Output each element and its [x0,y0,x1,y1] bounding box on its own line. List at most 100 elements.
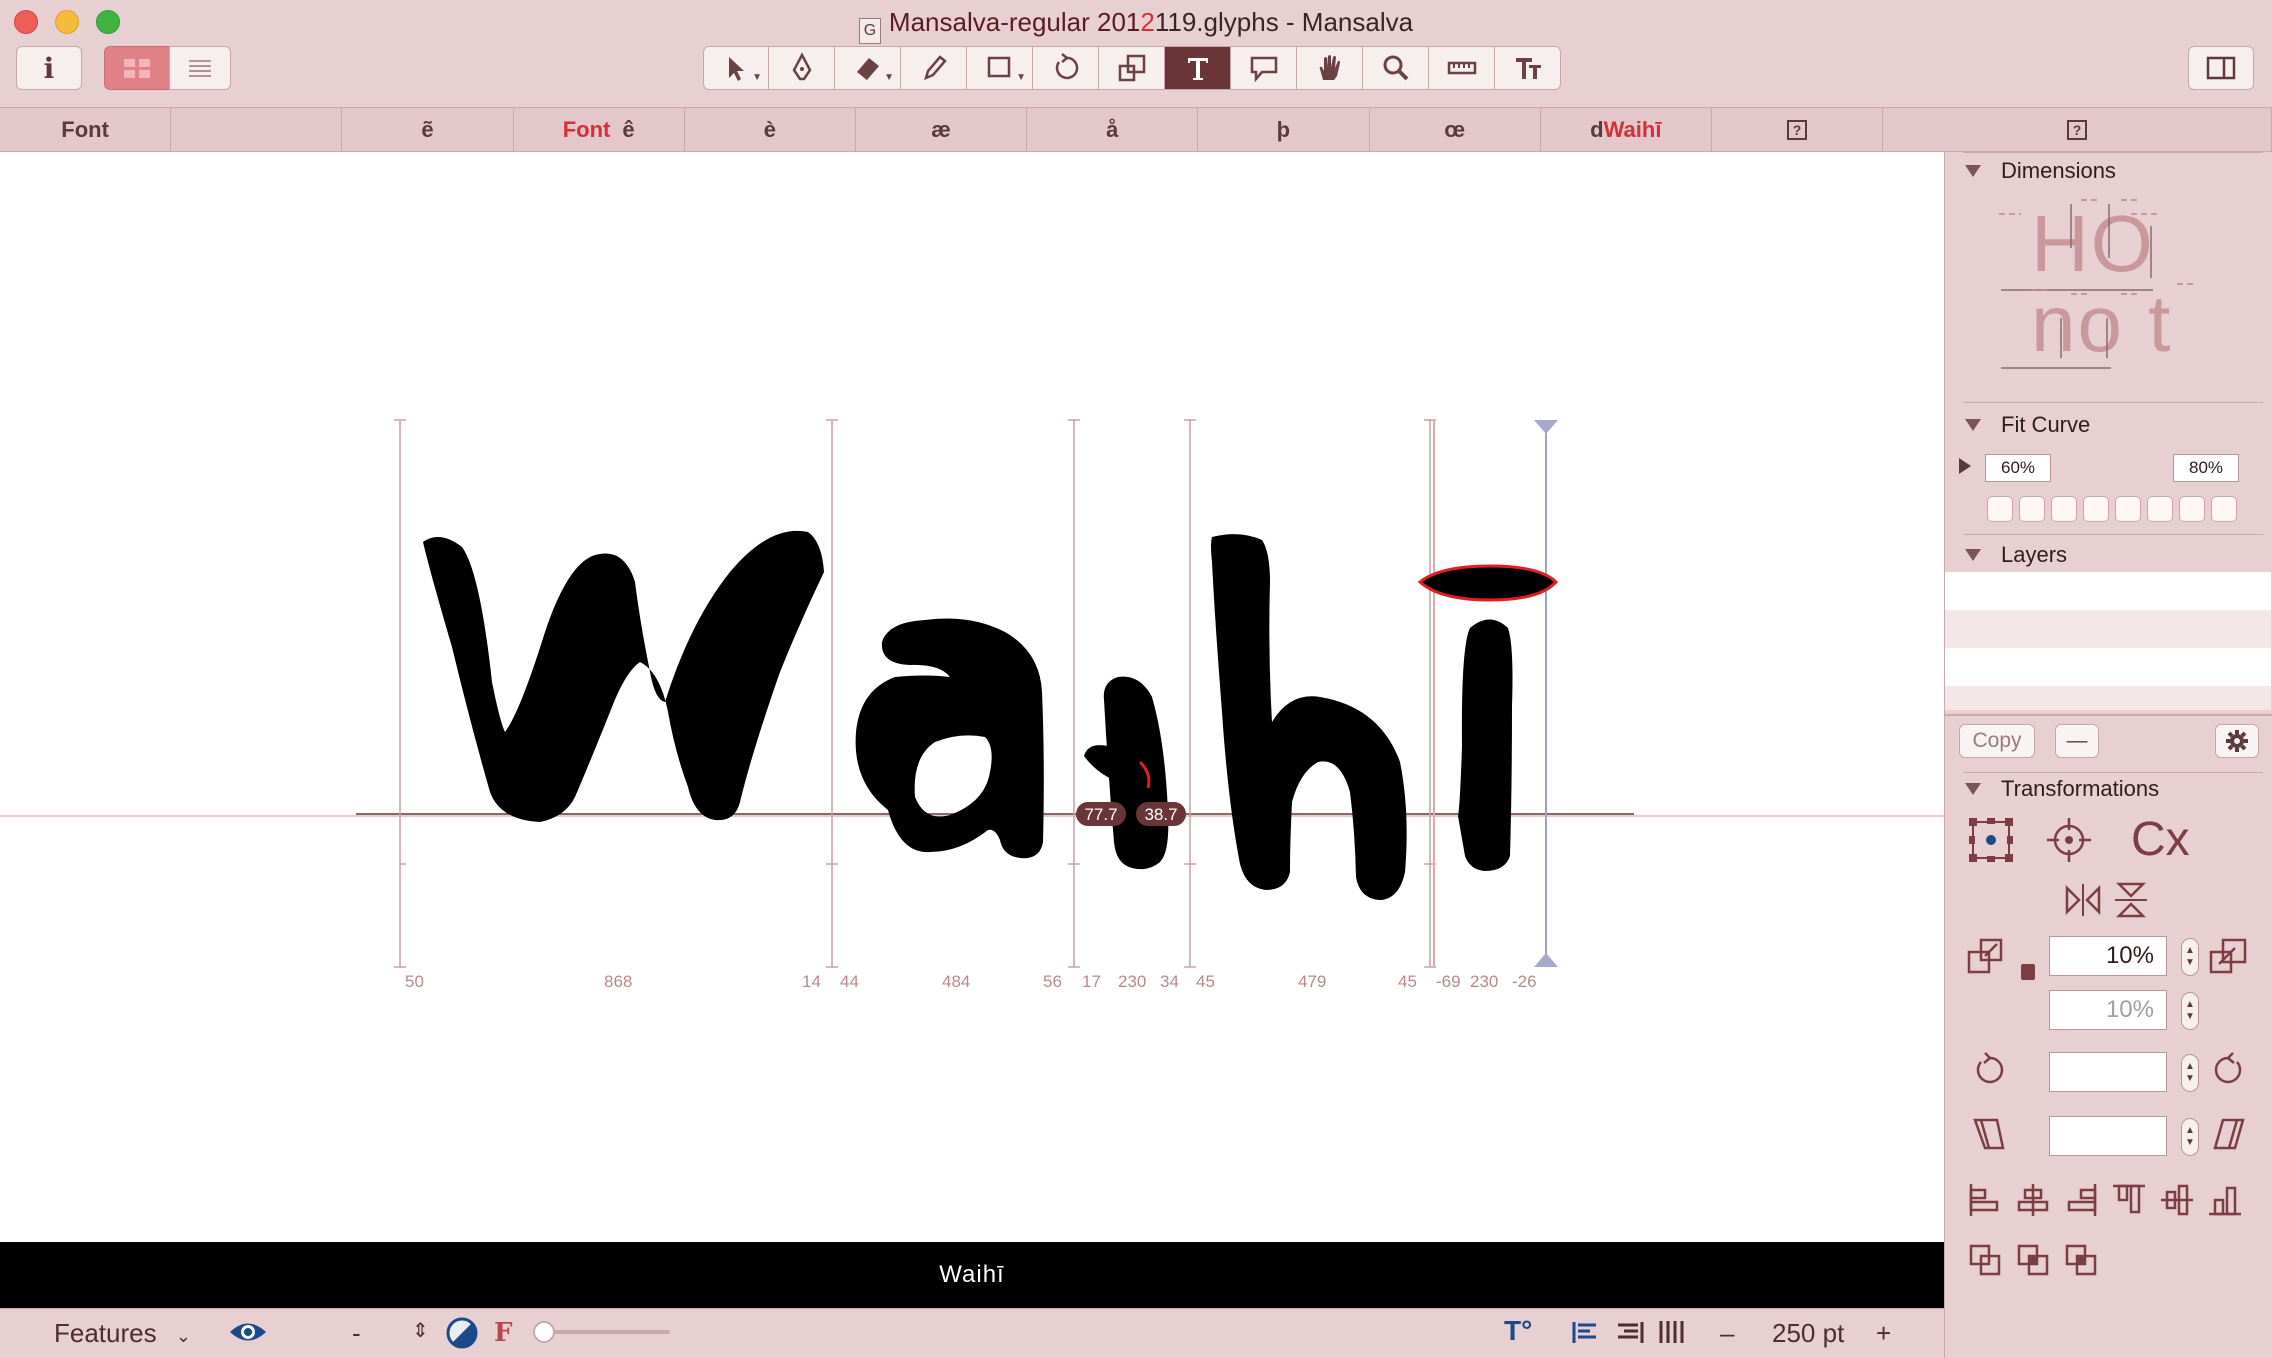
align-middles-icon[interactable] [2159,1182,2195,1218]
glyph-a[interactable] [855,618,1044,859]
preview-size-slider[interactable] [532,1319,672,1345]
layer-row[interactable] [1945,572,2271,610]
tab-empty[interactable] [171,108,343,152]
toggle-sidebar-button[interactable] [2188,46,2254,90]
subtract-icon[interactable] [2015,1242,2051,1278]
kern-badge-2[interactable]: 38.7 [1136,802,1186,826]
rotate-stepper[interactable]: ▲ ▼ [2181,1054,2199,1092]
tab-unknown-1[interactable]: ? [1712,108,1884,152]
measure-tool[interactable] [1429,46,1495,90]
list-view-button[interactable] [169,46,231,90]
kern-badge-1[interactable]: 77.7 [1076,802,1126,826]
fit-curve-swatch[interactable] [2083,496,2109,522]
scale-x-field[interactable]: 10% [2049,936,2167,976]
layer-options-button[interactable] [2215,724,2259,758]
align-top-edges-icon[interactable] [2111,1182,2147,1218]
align-right-edges-icon[interactable] [2063,1182,2099,1218]
fit-curve-min-field[interactable]: 60% [1985,454,2051,482]
fill-toggle[interactable]: F [494,1318,512,1348]
dimensions-preview[interactable]: HO no t [1991,198,2251,378]
fit-curve-header[interactable]: Fit Curve [1965,412,2090,438]
metrics-tool[interactable] [1495,46,1561,90]
intersect-icon[interactable] [2063,1242,2099,1278]
pencil-tool[interactable] [901,46,967,90]
eye-icon[interactable] [228,1317,268,1354]
slant-right-icon[interactable] [2211,1114,2247,1154]
edit-canvas[interactable]: 77.7 38.7 50 868 14 44 484 56 17 230 34 … [0,152,1944,1242]
tab-egrave[interactable]: è [685,108,856,152]
vertical-text-icon[interactable] [1658,1319,1686,1352]
scale-down-icon[interactable] [1967,938,2005,976]
info-button[interactable]: i [16,46,82,90]
glyph-W[interactable] [423,530,824,822]
text-tool[interactable] [1165,46,1231,90]
expand-triangle-icon[interactable] [1959,458,1971,474]
tab-ae[interactable]: æ [856,108,1028,152]
zoom-level[interactable]: 250 pt [1772,1318,1844,1349]
eraser-tool[interactable]: ▼ [835,46,901,90]
scale-y-stepper[interactable]: ▲ ▼ [2181,992,2199,1030]
fit-curve-swatch[interactable] [1987,496,2013,522]
text-direction-icon[interactable]: T° [1504,1315,1532,1347]
crosshair-origin-icon[interactable] [2045,816,2093,864]
align-right-icon[interactable] [1616,1319,1644,1352]
slant-field[interactable] [2049,1116,2167,1156]
annotation-tool[interactable] [1231,46,1297,90]
align-left-icon[interactable] [1572,1319,1600,1352]
rotate-ccw-icon[interactable] [1971,1050,2007,1090]
fit-curve-max-field[interactable]: 80% [2173,454,2239,482]
layer-row[interactable] [1945,648,2271,686]
slant-left-icon[interactable] [1971,1114,2007,1154]
layers-header[interactable]: Layers [1965,542,2067,568]
align-left-edges-icon[interactable] [1967,1182,2003,1218]
master-selector[interactable]: - [352,1318,361,1349]
select-tool[interactable]: ▼ [703,46,769,90]
zoom-tool[interactable] [1363,46,1429,90]
glyph-imacron-stem[interactable] [1458,619,1513,872]
align-bottom-edges-icon[interactable] [2207,1182,2243,1218]
fit-curve-swatch[interactable] [2179,496,2205,522]
pen-tool[interactable] [769,46,835,90]
fit-curve-swatch[interactable] [2115,496,2141,522]
union-icon[interactable] [1967,1242,2003,1278]
tab-thorn[interactable]: þ [1198,108,1370,152]
grid-view-button[interactable] [104,46,170,90]
fit-curve-swatch[interactable] [2211,496,2237,522]
hand-tool[interactable] [1297,46,1363,90]
bounding-box-origin-icon[interactable] [1967,816,2015,864]
tab-etilde[interactable]: ẽ [342,108,514,152]
glyph-h[interactable] [1211,534,1407,900]
rotate-field[interactable] [2049,1052,2167,1092]
fit-curve-swatch[interactable] [2051,496,2077,522]
tab-unknown-2[interactable]: ? [1883,108,2272,152]
remove-layer-button[interactable]: — [2055,724,2099,758]
lock-icon[interactable] [2021,964,2035,980]
scale-y-field[interactable]: 10% [2049,990,2167,1030]
zoom-out-button[interactable]: – [1720,1318,1734,1349]
transformations-header[interactable]: Transformations [1965,776,2159,802]
fit-curve-swatch[interactable] [2147,496,2173,522]
scale-x-stepper[interactable]: ▲ ▼ [2181,938,2199,976]
scale-up-icon[interactable] [2209,936,2249,976]
tab-oe[interactable]: œ [1370,108,1541,152]
up-down-stepper-icon[interactable]: ⇕ [412,1318,429,1343]
color-mode-icon[interactable] [446,1317,478,1356]
tab-aring[interactable]: å [1027,108,1199,152]
rotate-tool[interactable] [1033,46,1099,90]
tab-ecircumflex[interactable]: Font ê [514,108,685,152]
scale-tool[interactable] [1099,46,1165,90]
zoom-in-button[interactable]: + [1876,1318,1891,1349]
tab-font[interactable]: Font [0,108,172,152]
layer-row[interactable] [1945,610,2271,648]
rotate-cw-icon[interactable] [2211,1050,2247,1090]
tab-waihi[interactable]: d Waihī [1541,108,1712,152]
features-popup[interactable]: Features ⌄ [54,1318,191,1349]
align-centers-icon[interactable] [2015,1182,2051,1218]
slant-stepper[interactable]: ▲ ▼ [2181,1118,2199,1156]
shape-tool[interactable]: ▼ [967,46,1033,90]
copy-button[interactable]: Copy [1959,724,2035,758]
flip-horizontal-icon[interactable] [2063,880,2103,920]
component-origin-label[interactable]: Cx [2131,812,2190,867]
fit-curve-swatch[interactable] [2019,496,2045,522]
layer-row[interactable] [1945,686,2271,710]
